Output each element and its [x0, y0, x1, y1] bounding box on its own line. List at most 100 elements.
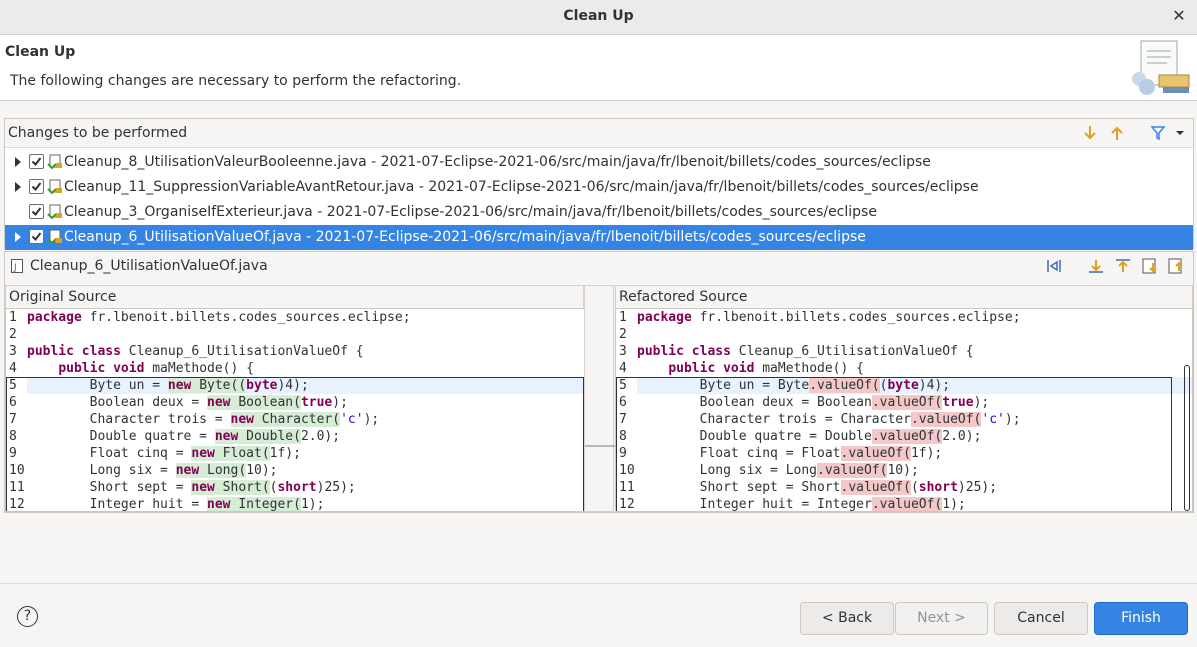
left-code-line: 8 Double quatre = new Double(2.0); — [6, 428, 584, 445]
previous-difference-icon[interactable] — [1112, 255, 1134, 277]
change-tree-item[interactable]: Cleanup_8_UtilisationValeurBooleenne.jav… — [5, 150, 1193, 175]
line-number: 9 — [619, 446, 627, 461]
page-title: Clean Up — [5, 44, 76, 60]
line-number: 8 — [9, 429, 17, 444]
left-code-line: 9 Float cinq = new Float(1f); — [6, 445, 584, 462]
line-number: 6 — [619, 395, 627, 410]
java-change-icon — [47, 154, 63, 170]
code-text: Byte un = Byte.valueOf((byte)4); — [637, 377, 1192, 394]
line-number: 10 — [619, 463, 635, 478]
left-code-line: 5 Byte un = new Byte((byte)4); — [6, 377, 584, 394]
page-description: The following changes are necessary to p… — [10, 73, 462, 89]
left-code-line: 11 Short sept = new Short((short)25); — [6, 479, 584, 496]
right-code-line: 1 package fr.lbenoit.billets.codes_source… — [616, 309, 1192, 326]
change-item-label: Cleanup_8_UtilisationValeurBooleenne.jav… — [64, 154, 931, 170]
left-code-line: 2 — [6, 326, 584, 343]
swap-sides-icon[interactable] — [1043, 255, 1065, 277]
code-text: Long six = Long.valueOf(10); — [637, 463, 919, 478]
right-code-line: 6 Boolean deux = Boolean.valueOf(true); — [616, 394, 1192, 411]
code-text: Float cinq = new Float(1f); — [27, 446, 301, 461]
svg-text:J: J — [13, 263, 17, 273]
next-change-compare-icon[interactable] — [1139, 255, 1161, 277]
code-text: package fr.lbenoit.billets.codes_sources… — [27, 310, 411, 325]
code-text: Long six = new Long(10); — [27, 463, 278, 478]
code-text: Integer huit = Integer.valueOf(1); — [637, 497, 966, 512]
line-number: 7 — [9, 412, 17, 427]
code-text: Short sept = Short.valueOf((short)25); — [637, 480, 998, 495]
original-source-editor[interactable]: 1 package fr.lbenoit.billets.codes_source… — [5, 308, 585, 512]
right-code-line: 11 Short sept = Short.valueOf((short)25)… — [616, 479, 1192, 496]
changes-header: Changes to be performed — [5, 119, 1193, 148]
code-text: public class Cleanup_6_UtilisationValueO… — [27, 344, 364, 359]
right-code-line: 4 public void maMethode() { — [616, 360, 1192, 377]
view-menu-chevron-down-icon[interactable] — [1169, 122, 1191, 144]
right-code-line: 9 Float cinq = Float.valueOf(1f); — [616, 445, 1192, 462]
finish-button[interactable]: Finish — [1094, 602, 1188, 635]
code-text: Float cinq = Float.valueOf(1f); — [637, 446, 943, 461]
changes-panel: Changes to be performed Cleanup_8_Utilis… — [4, 118, 1194, 250]
java-change-icon — [47, 204, 63, 220]
filter-icon[interactable] — [1147, 122, 1169, 144]
right-code-line: 2 — [616, 326, 1192, 343]
change-item-label: Cleanup_6_UtilisationValueOf.java - 2021… — [64, 229, 866, 245]
java-change-icon — [47, 229, 63, 245]
code-text: public void maMethode() { — [668, 361, 864, 376]
next-difference-icon[interactable] — [1085, 255, 1107, 277]
line-number: 4 — [9, 361, 17, 376]
line-number: 1 — [9, 310, 17, 325]
next-button[interactable]: Next > — [895, 602, 988, 635]
expand-arrow-icon[interactable] — [13, 156, 23, 168]
change-checkbox[interactable] — [29, 229, 44, 244]
wizard-footer: ? < Back Next > Cancel Finish — [0, 583, 1197, 647]
left-code-line: 7 Character trois = new Character('c'); — [6, 411, 584, 428]
code-text: Character trois = new Character('c'); — [27, 412, 380, 427]
refactored-source-editor[interactable]: 1 package fr.lbenoit.billets.codes_source… — [615, 308, 1193, 512]
vertical-scrollbar[interactable] — [1184, 365, 1190, 511]
java-file-icon: J — [11, 259, 23, 273]
change-checkbox[interactable] — [29, 154, 44, 169]
change-checkbox[interactable] — [29, 179, 44, 194]
expand-arrow-icon[interactable] — [13, 231, 23, 243]
compare-filename: Cleanup_6_UtilisationValueOf.java — [30, 258, 268, 274]
left-code-line: 12 Integer huit = new Integer(1); — [6, 496, 584, 512]
right-code-line: 12 Integer huit = Integer.valueOf(1); — [616, 496, 1192, 512]
code-text: public void maMethode() { — [58, 361, 254, 376]
right-code-line: 3 public class Cleanup_6_UtilisationValue… — [616, 343, 1192, 360]
line-number: 3 — [9, 344, 17, 359]
change-tree-item[interactable]: Cleanup_3_OrganiseIfExterieur.java - 202… — [5, 200, 1193, 225]
line-number: 2 — [619, 327, 627, 342]
code-text: Integer huit = new Integer(1); — [27, 497, 325, 512]
cancel-button[interactable]: Cancel — [994, 602, 1088, 635]
code-text: Byte un = new Byte((byte)4); — [27, 377, 584, 394]
change-tree-item[interactable]: Cleanup_6_UtilisationValueOf.java - 2021… — [5, 225, 1193, 250]
code-text: public class Cleanup_6_UtilisationValueO… — [637, 344, 974, 359]
right-code-line: 5 Byte un = Byte.valueOf((byte)4); — [616, 377, 1192, 394]
line-number: 12 — [619, 497, 635, 512]
java-change-icon — [47, 179, 63, 195]
code-text: Short sept = new Short((short)25); — [27, 480, 356, 495]
line-number: 5 — [9, 378, 17, 393]
close-icon[interactable]: ✕ — [1169, 6, 1189, 26]
left-code-line: 6 Boolean deux = new Boolean(true); — [6, 394, 584, 411]
previous-change-compare-icon[interactable] — [1165, 255, 1187, 277]
left-code-line: 3 public class Cleanup_6_UtilisationValue… — [6, 343, 584, 360]
changes-label: Changes to be performed — [8, 125, 188, 141]
next-change-icon[interactable] — [1079, 122, 1101, 144]
line-number: 12 — [9, 497, 25, 512]
right-code-line: 8 Double quatre = Double.valueOf(2.0); — [616, 428, 1192, 445]
code-text: Double quatre = Double.valueOf(2.0); — [637, 429, 982, 444]
line-number: 1 — [619, 310, 627, 325]
compare-panel: J Cleanup_6_UtilisationValueOf.java Orig… — [4, 251, 1194, 513]
refactored-source-title: Refactored Source — [615, 285, 1193, 308]
change-checkbox[interactable] — [29, 204, 44, 219]
wizard-header: Clean Up The following changes are neces… — [0, 35, 1197, 101]
right-code-line: 10 Long six = Long.valueOf(10); — [616, 462, 1192, 479]
expand-arrow-icon[interactable] — [13, 181, 23, 193]
code-text: Boolean deux = new Boolean(true); — [27, 395, 348, 410]
change-tree-item[interactable]: Cleanup_11_SuppressionVariableAvantRetou… — [5, 175, 1193, 200]
window-titlebar: Clean Up ✕ — [0, 0, 1197, 35]
back-button[interactable]: < Back — [800, 602, 894, 635]
line-number: 4 — [619, 361, 627, 376]
help-icon[interactable]: ? — [17, 606, 38, 627]
previous-change-icon[interactable] — [1106, 122, 1128, 144]
